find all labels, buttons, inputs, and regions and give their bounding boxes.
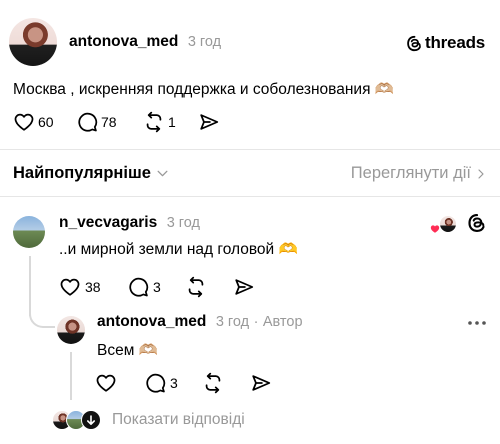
view-activity-link[interactable]: Переглянути дії bbox=[351, 164, 487, 183]
comment-bubble-icon[interactable] bbox=[144, 372, 166, 394]
chevron-down-icon bbox=[156, 167, 169, 180]
repost-icon[interactable] bbox=[185, 276, 207, 298]
more-options-icon[interactable] bbox=[467, 320, 487, 326]
sort-label: Найпопулярніше bbox=[13, 164, 151, 182]
like-heart-icon[interactable] bbox=[59, 276, 81, 298]
show-replies-label: Показати відповіді bbox=[112, 411, 245, 428]
comment-bubble-icon[interactable] bbox=[127, 276, 149, 298]
section-divider bbox=[0, 196, 500, 197]
view-activity-label: Переглянути дії bbox=[350, 164, 471, 182]
threads-wordmark: threads bbox=[425, 33, 486, 52]
reply-actions: 3 bbox=[95, 372, 272, 394]
post-author-avatar[interactable] bbox=[9, 18, 57, 66]
threads-logo-icon bbox=[467, 213, 487, 233]
section-divider bbox=[0, 149, 500, 150]
post-author-username[interactable]: antonova_med bbox=[69, 33, 178, 50]
post-actions: 60 78 1 bbox=[13, 111, 220, 133]
reply-text: ..и мирной земли над головой 🫶 bbox=[59, 241, 298, 258]
threads-brand: threads bbox=[406, 33, 485, 53]
reply-text: Всем 🫶🏼 bbox=[97, 342, 158, 359]
arrow-down-circle-icon bbox=[81, 410, 101, 430]
post-timestamp: 3 год bbox=[187, 34, 222, 50]
repost-icon[interactable] bbox=[202, 372, 224, 394]
thread-connector-curve bbox=[29, 300, 55, 328]
reply-header: n_vecvagaris 3 год bbox=[59, 214, 200, 232]
share-send-icon[interactable] bbox=[233, 276, 255, 298]
reply-author-username[interactable]: antonova_med bbox=[97, 313, 206, 330]
like-heart-icon[interactable] bbox=[13, 111, 35, 133]
author-mini-avatar bbox=[439, 215, 457, 233]
comment-count: 3 bbox=[170, 375, 178, 391]
reply-author-avatar[interactable] bbox=[13, 216, 45, 248]
reply-actions: 38 3 bbox=[59, 276, 255, 298]
post-header: antonova_med 3 год bbox=[69, 33, 221, 51]
reply-timestamp: 3 год bbox=[215, 314, 250, 330]
repost-count: 1 bbox=[168, 114, 176, 130]
threads-logo-icon bbox=[406, 35, 423, 52]
comment-count: 78 bbox=[101, 114, 117, 130]
sort-dropdown[interactable]: Найпопулярніше bbox=[13, 164, 169, 183]
chevron-right-icon bbox=[475, 167, 487, 181]
separator-dot: · bbox=[253, 314, 259, 330]
reply-timestamp: 3 год bbox=[166, 215, 200, 231]
author-tag: Автор bbox=[262, 314, 303, 330]
post-text: Москва , искренняя поддержка и соболезно… bbox=[13, 81, 395, 98]
like-heart-icon[interactable] bbox=[95, 372, 117, 394]
like-count: 60 bbox=[38, 114, 54, 130]
comment-bubble-icon[interactable] bbox=[76, 111, 98, 133]
liked-by-author-indicator bbox=[430, 215, 460, 235]
thread-connector-line bbox=[70, 352, 72, 400]
repost-icon[interactable] bbox=[143, 111, 165, 133]
like-count: 38 bbox=[85, 279, 101, 295]
reply-author-username[interactable]: n_vecvagaris bbox=[59, 214, 157, 231]
share-send-icon[interactable] bbox=[198, 111, 220, 133]
reply-author-avatar[interactable] bbox=[57, 316, 85, 344]
comment-count: 3 bbox=[153, 279, 161, 295]
show-replies-row[interactable]: Показати відповіді bbox=[52, 410, 245, 430]
reply-header: antonova_med 3 год · Автор bbox=[97, 313, 303, 331]
share-send-icon[interactable] bbox=[250, 372, 272, 394]
